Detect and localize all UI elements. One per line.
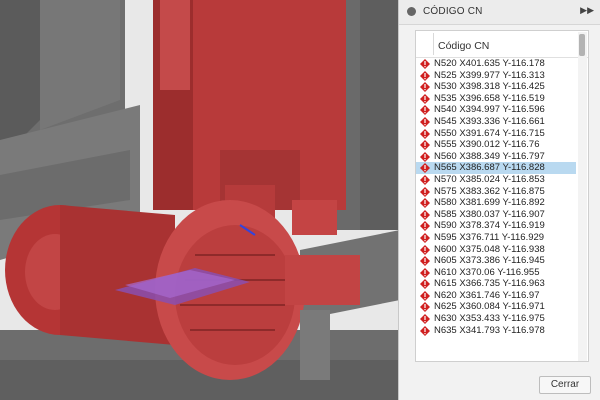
- warning-icon: [420, 105, 430, 116]
- nc-line-row[interactable]: N540 X394.997 Y-116.596: [416, 104, 576, 116]
- nc-line-row[interactable]: N550 X391.674 Y-116.715: [416, 128, 576, 140]
- warning-icon: [420, 198, 430, 209]
- nc-line-text: N545 X393.336 Y-116.661: [434, 115, 545, 127]
- nc-line-row[interactable]: N530 X398.318 Y-116.425: [416, 81, 576, 93]
- nc-line-text: N550 X391.674 Y-116.715: [434, 127, 545, 139]
- nc-line-row[interactable]: N570 X385.024 Y-116.853: [416, 174, 576, 186]
- nc-line-text: N580 X381.699 Y-116.892: [434, 197, 545, 209]
- nc-line-row[interactable]: N545 X393.336 Y-116.661: [416, 116, 576, 128]
- nc-line-text: N585 X380.037 Y-116.907: [434, 208, 545, 220]
- nc-line-text: N630 X353.433 Y-116.975: [434, 313, 545, 325]
- list-header-label[interactable]: Código CN: [438, 40, 489, 52]
- warning-icon: [420, 151, 430, 162]
- warning-icon: [420, 186, 430, 197]
- warning-icon: [420, 70, 430, 81]
- warning-icon: [420, 290, 430, 301]
- double-chevron-right-icon[interactable]: ▶▶: [580, 5, 594, 16]
- nc-line-text: N560 X388.349 Y-116.797: [434, 150, 545, 162]
- nc-line-row[interactable]: N535 X396.658 Y-116.519: [416, 93, 576, 105]
- nc-line-text: N565 X386.687 Y-116.828: [434, 162, 545, 174]
- nc-line-row[interactable]: N595 X376.711 Y-116.929: [416, 232, 576, 244]
- nc-line-row[interactable]: N565 X386.687 Y-116.828: [416, 162, 576, 174]
- nc-line-row[interactable]: N635 X341.793 Y-116.978: [416, 325, 576, 337]
- warning-icon: [420, 325, 430, 336]
- panel-title: CÓDIGO CN: [423, 6, 483, 17]
- nc-code-panel: CÓDIGO CN ▶▶ Código CN N520 X401.635 Y-1…: [398, 0, 600, 400]
- warning-icon: [420, 279, 430, 290]
- list-header: Código CN: [416, 31, 588, 58]
- nc-line-row[interactable]: N600 X375.048 Y-116.938: [416, 244, 576, 256]
- nc-line-text: N555 X390.012 Y-116.76: [434, 139, 540, 151]
- nc-line-row[interactable]: N625 X360.084 Y-116.971: [416, 301, 576, 313]
- nc-line-row[interactable]: N590 X378.374 Y-116.919: [416, 220, 576, 232]
- nc-line-text: N530 X398.318 Y-116.425: [434, 81, 545, 93]
- warning-icon: [420, 82, 430, 93]
- close-button[interactable]: Cerrar: [539, 376, 591, 394]
- nc-line-text: N590 X378.374 Y-116.919: [434, 220, 545, 232]
- warning-icon: [420, 128, 430, 139]
- nc-line-text: N595 X376.711 Y-116.929: [434, 231, 545, 243]
- warning-icon: [420, 221, 430, 232]
- nc-line-text: N520 X401.635 Y-116.178: [434, 58, 545, 69]
- nc-line-text: N575 X383.362 Y-116.875: [434, 185, 545, 197]
- nc-line-text: N615 X366.735 Y-116.963: [434, 278, 545, 290]
- nc-line-row[interactable]: N610 X370.06 Y-116.955: [416, 267, 576, 279]
- nc-line-text: N610 X370.06 Y-116.955: [434, 266, 540, 278]
- warning-icon: [420, 232, 430, 243]
- nc-line-text: N635 X341.793 Y-116.978: [434, 324, 545, 336]
- warning-icon: [420, 256, 430, 267]
- nc-line-text: N535 X396.658 Y-116.519: [434, 92, 545, 104]
- nc-line-text: N540 X394.997 Y-116.596: [434, 104, 545, 116]
- warning-icon: [420, 140, 430, 151]
- nc-line-row[interactable]: N575 X383.362 Y-116.875: [416, 186, 576, 198]
- warning-icon: [420, 93, 430, 104]
- nc-line-text: N625 X360.084 Y-116.971: [434, 301, 545, 313]
- nc-line-text: N620 X361.746 Y-116.97: [434, 289, 540, 301]
- warning-icon: [420, 116, 430, 127]
- warning-icon: [420, 244, 430, 255]
- list-scrollbar[interactable]: [578, 32, 587, 361]
- nc-line-text: N605 X373.386 Y-116.945: [434, 255, 545, 267]
- panel-header: CÓDIGO CN ▶▶: [399, 0, 600, 25]
- column-divider: [433, 33, 434, 55]
- nc-rows: N520 X401.635 Y-116.178 N525 X399.977 Y-1…: [416, 58, 576, 336]
- scrollbar-thumb[interactable]: [579, 34, 585, 56]
- warning-icon: [420, 59, 430, 69]
- nc-line-row[interactable]: N560 X388.349 Y-116.797: [416, 151, 576, 163]
- nc-line-row[interactable]: N555 X390.012 Y-116.76: [416, 139, 576, 151]
- warning-icon: [420, 314, 430, 325]
- nc-line-row[interactable]: N585 X380.037 Y-116.907: [416, 209, 576, 221]
- warning-icon: [420, 209, 430, 220]
- nc-line-row[interactable]: N580 X381.699 Y-116.892: [416, 197, 576, 209]
- nc-code-list[interactable]: Código CN N520 X401.635 Y-116.178 N525 X3…: [415, 30, 589, 362]
- nc-line-text: N525 X399.977 Y-116.313: [434, 69, 545, 81]
- warning-icon: [420, 302, 430, 313]
- nc-line-row[interactable]: N520 X401.635 Y-116.178: [416, 58, 576, 70]
- warning-icon: [420, 174, 430, 185]
- warning-icon: [420, 267, 430, 278]
- nc-line-row[interactable]: N605 X373.386 Y-116.945: [416, 255, 576, 267]
- warning-icon: [420, 163, 430, 174]
- nc-line-row[interactable]: N615 X366.735 Y-116.963: [416, 278, 576, 290]
- nc-line-row[interactable]: N620 X361.746 Y-116.97: [416, 290, 576, 302]
- panel-collapse-dot-icon[interactable]: [407, 7, 416, 16]
- nc-line-text: N570 X385.024 Y-116.853: [434, 173, 545, 185]
- nc-line-row[interactable]: N630 X353.433 Y-116.975: [416, 313, 576, 325]
- nc-line-row[interactable]: N525 X399.977 Y-116.313: [416, 70, 576, 82]
- nc-line-text: N600 X375.048 Y-116.938: [434, 243, 545, 255]
